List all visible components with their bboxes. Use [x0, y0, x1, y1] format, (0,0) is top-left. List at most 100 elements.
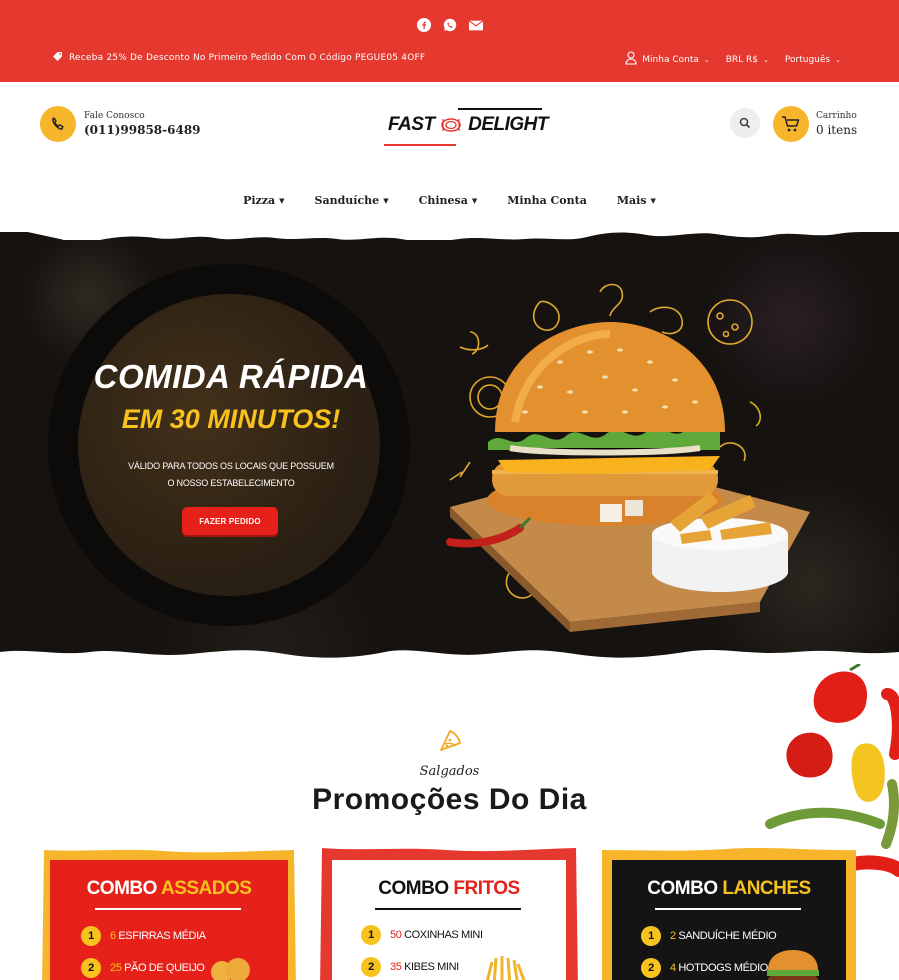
fries-image [485, 956, 526, 980]
hero-desc-line: VÁLIDO PARA TODOS OS LOCAIS QUE POSSUEM [128, 461, 334, 471]
combo-item-number: 2 [81, 958, 101, 978]
logo-text-right: DELIGHT [468, 114, 549, 135]
main-nav: Pizza ▼ Sanduíche ▼ Chinesa ▼ Minha Cont… [0, 194, 899, 207]
chevron-down-icon: ▼ [383, 196, 389, 205]
mail-icon[interactable] [468, 18, 483, 32]
user-icon [625, 51, 637, 68]
nav-item-minha-conta[interactable]: Minha Conta [507, 194, 587, 207]
combo-item-qty: 6 [110, 930, 116, 942]
logo-line [458, 108, 542, 110]
combo-card-assados[interactable]: COMBO ASSADOS 1 6 ESFIRRAS MÉDIA 2 25 PÃ… [40, 848, 298, 980]
combo-item: 1 6 ESFIRRAS MÉDIA [81, 926, 206, 946]
combo-title-a: COMBO [378, 878, 449, 899]
combo-item: 2 4 HOTDOGS MÉDIO [641, 958, 768, 978]
tag-icon [52, 51, 63, 65]
combo-item-name: PÃO DE QUEIJO [124, 962, 205, 974]
nav-label: Sanduíche [314, 194, 380, 207]
burger-illustration [446, 283, 810, 632]
nav-label: Chinesa [418, 194, 468, 207]
chevron-down-icon: ▼ [650, 196, 656, 205]
combo-title: COMBO LANCHES [600, 878, 858, 900]
nav-label: Minha Conta [507, 194, 587, 207]
combo-card-lanches[interactable]: COMBO LANCHES 1 2 SANDUÍCHE MÉDIO 2 4 HO… [600, 848, 858, 980]
combo-item-qty: 50 [390, 929, 402, 941]
account-dropdown[interactable]: Minha Conta ⌄ [625, 51, 710, 68]
contact-phone[interactable]: (011)99858-6489 [84, 123, 201, 137]
combo-item-number: 2 [361, 957, 381, 977]
nav-item-pizza[interactable]: Pizza ▼ [243, 194, 284, 207]
combo-title-b: LANCHES [722, 878, 811, 899]
combo-item-qty: 35 [390, 961, 402, 973]
currency-dropdown[interactable]: BRL R$ ⌄ [726, 55, 769, 65]
combo-item-name: ESFIRRAS MÉDIA [118, 930, 206, 942]
whatsapp-icon[interactable] [443, 18, 457, 32]
logo-underline [384, 144, 456, 146]
nav-item-sanduiche[interactable]: Sanduíche ▼ [315, 194, 389, 207]
combo-item-qty: 2 [670, 930, 676, 942]
hero-banner: COMIDA RÁPIDA EM 30 MINUTOS! VÁLIDO PARA… [0, 232, 899, 672]
site-header: Fale Conosco (011)99858-6489 FAST DELIGH… [0, 82, 899, 232]
combo-underline [655, 908, 801, 910]
pizza-image [78, 294, 380, 596]
combo-item: 1 2 SANDUÍCHE MÉDIO [641, 926, 777, 946]
top-bar: Receba 25% De Desconto No Primeiro Pedid… [0, 0, 899, 82]
contact-label: Fale Conosco [84, 111, 145, 121]
combo-title: COMBO FRITOS [320, 878, 578, 900]
search-button[interactable] [730, 108, 760, 138]
cart-label: Carrinho [816, 111, 857, 121]
pizza-slice-icon [440, 730, 461, 751]
combo-item-name: COXINHAS MINI [404, 929, 483, 941]
language-label: Português [784, 54, 831, 65]
nav-item-chinesa[interactable]: Chinesa ▼ [419, 194, 478, 207]
combo-item: 2 25 PÃO DE QUEIJO [81, 958, 205, 978]
nav-label: Mais [616, 194, 647, 207]
combo-title: COMBO ASSADOS [40, 878, 298, 900]
phone-icon [40, 106, 76, 142]
chevron-down-icon: ⌄ [835, 55, 841, 64]
combo-item-name: HOTDOGS MÉDIO [678, 962, 768, 974]
combo-title-b: FRITOS [453, 878, 520, 899]
cart-icon [773, 106, 809, 142]
combo-card-fritos[interactable]: COMBO FRITOS 1 50 COXINHAS MINI 2 35 KIB… [320, 848, 578, 980]
combo-item-number: 2 [641, 958, 661, 978]
hero-subtitle: EM 30 MINUTOS! [121, 404, 341, 434]
cart-count: 0 itens [816, 123, 858, 137]
combo-item-number: 1 [81, 926, 101, 946]
social-links [0, 18, 899, 32]
nav-label: Pizza [243, 194, 276, 207]
cheese-bread-image [211, 958, 250, 980]
combo-underline [95, 908, 241, 910]
combo-item-name: KIBES MINI [404, 961, 459, 973]
facebook-icon[interactable] [416, 18, 431, 32]
currency-label: BRL R$ [725, 54, 759, 65]
account-label: Minha Conta [642, 54, 699, 65]
combo-item: 1 50 COXINHAS MINI [361, 925, 483, 945]
combo-title-a: COMBO [647, 878, 718, 899]
chevron-down-icon: ⌄ [703, 55, 710, 64]
promo-text: Receba 25% De Desconto No Primeiro Pedid… [69, 53, 426, 63]
combo-item-number: 1 [361, 925, 381, 945]
combo-title-a: COMBO [86, 878, 158, 899]
cart-block[interactable]: Carrinho 0 itens [773, 106, 857, 142]
combo-item-number: 1 [641, 926, 661, 946]
plate-icon [441, 118, 462, 132]
language-dropdown[interactable]: Português ⌄ [785, 55, 841, 65]
combo-underline [375, 908, 521, 910]
nav-item-mais[interactable]: Mais ▼ [617, 194, 656, 207]
top-bar-menu: Minha Conta ⌄ BRL R$ ⌄ Português ⌄ [625, 51, 841, 68]
hero-title: COMIDA RÁPIDA [93, 358, 369, 395]
promo-banner: Receba 25% De Desconto No Primeiro Pedid… [52, 51, 425, 65]
search-icon [739, 114, 751, 133]
contact-block[interactable]: Fale Conosco (011)99858-6489 [40, 106, 201, 142]
logo-text-left: FAST [388, 114, 435, 135]
hero-desc-line: O NOSSO ESTABELECIMENTO [167, 478, 295, 488]
order-button[interactable]: FAZER PEDIDO [182, 507, 278, 535]
chevron-down-icon: ▼ [471, 196, 478, 205]
logo-text: FAST DELIGHT [388, 114, 549, 136]
combo-item-qty: 25 [110, 962, 122, 974]
combo-title-b: ASSADOS [160, 878, 252, 899]
combo-item-name: SANDUÍCHE MÉDIO [678, 930, 777, 942]
site-logo[interactable]: FAST DELIGHT [384, 106, 549, 148]
hero-description: VÁLIDO PARA TODOS OS LOCAIS QUE POSSUEM … [0, 458, 462, 492]
torn-edge-divider [0, 226, 899, 240]
